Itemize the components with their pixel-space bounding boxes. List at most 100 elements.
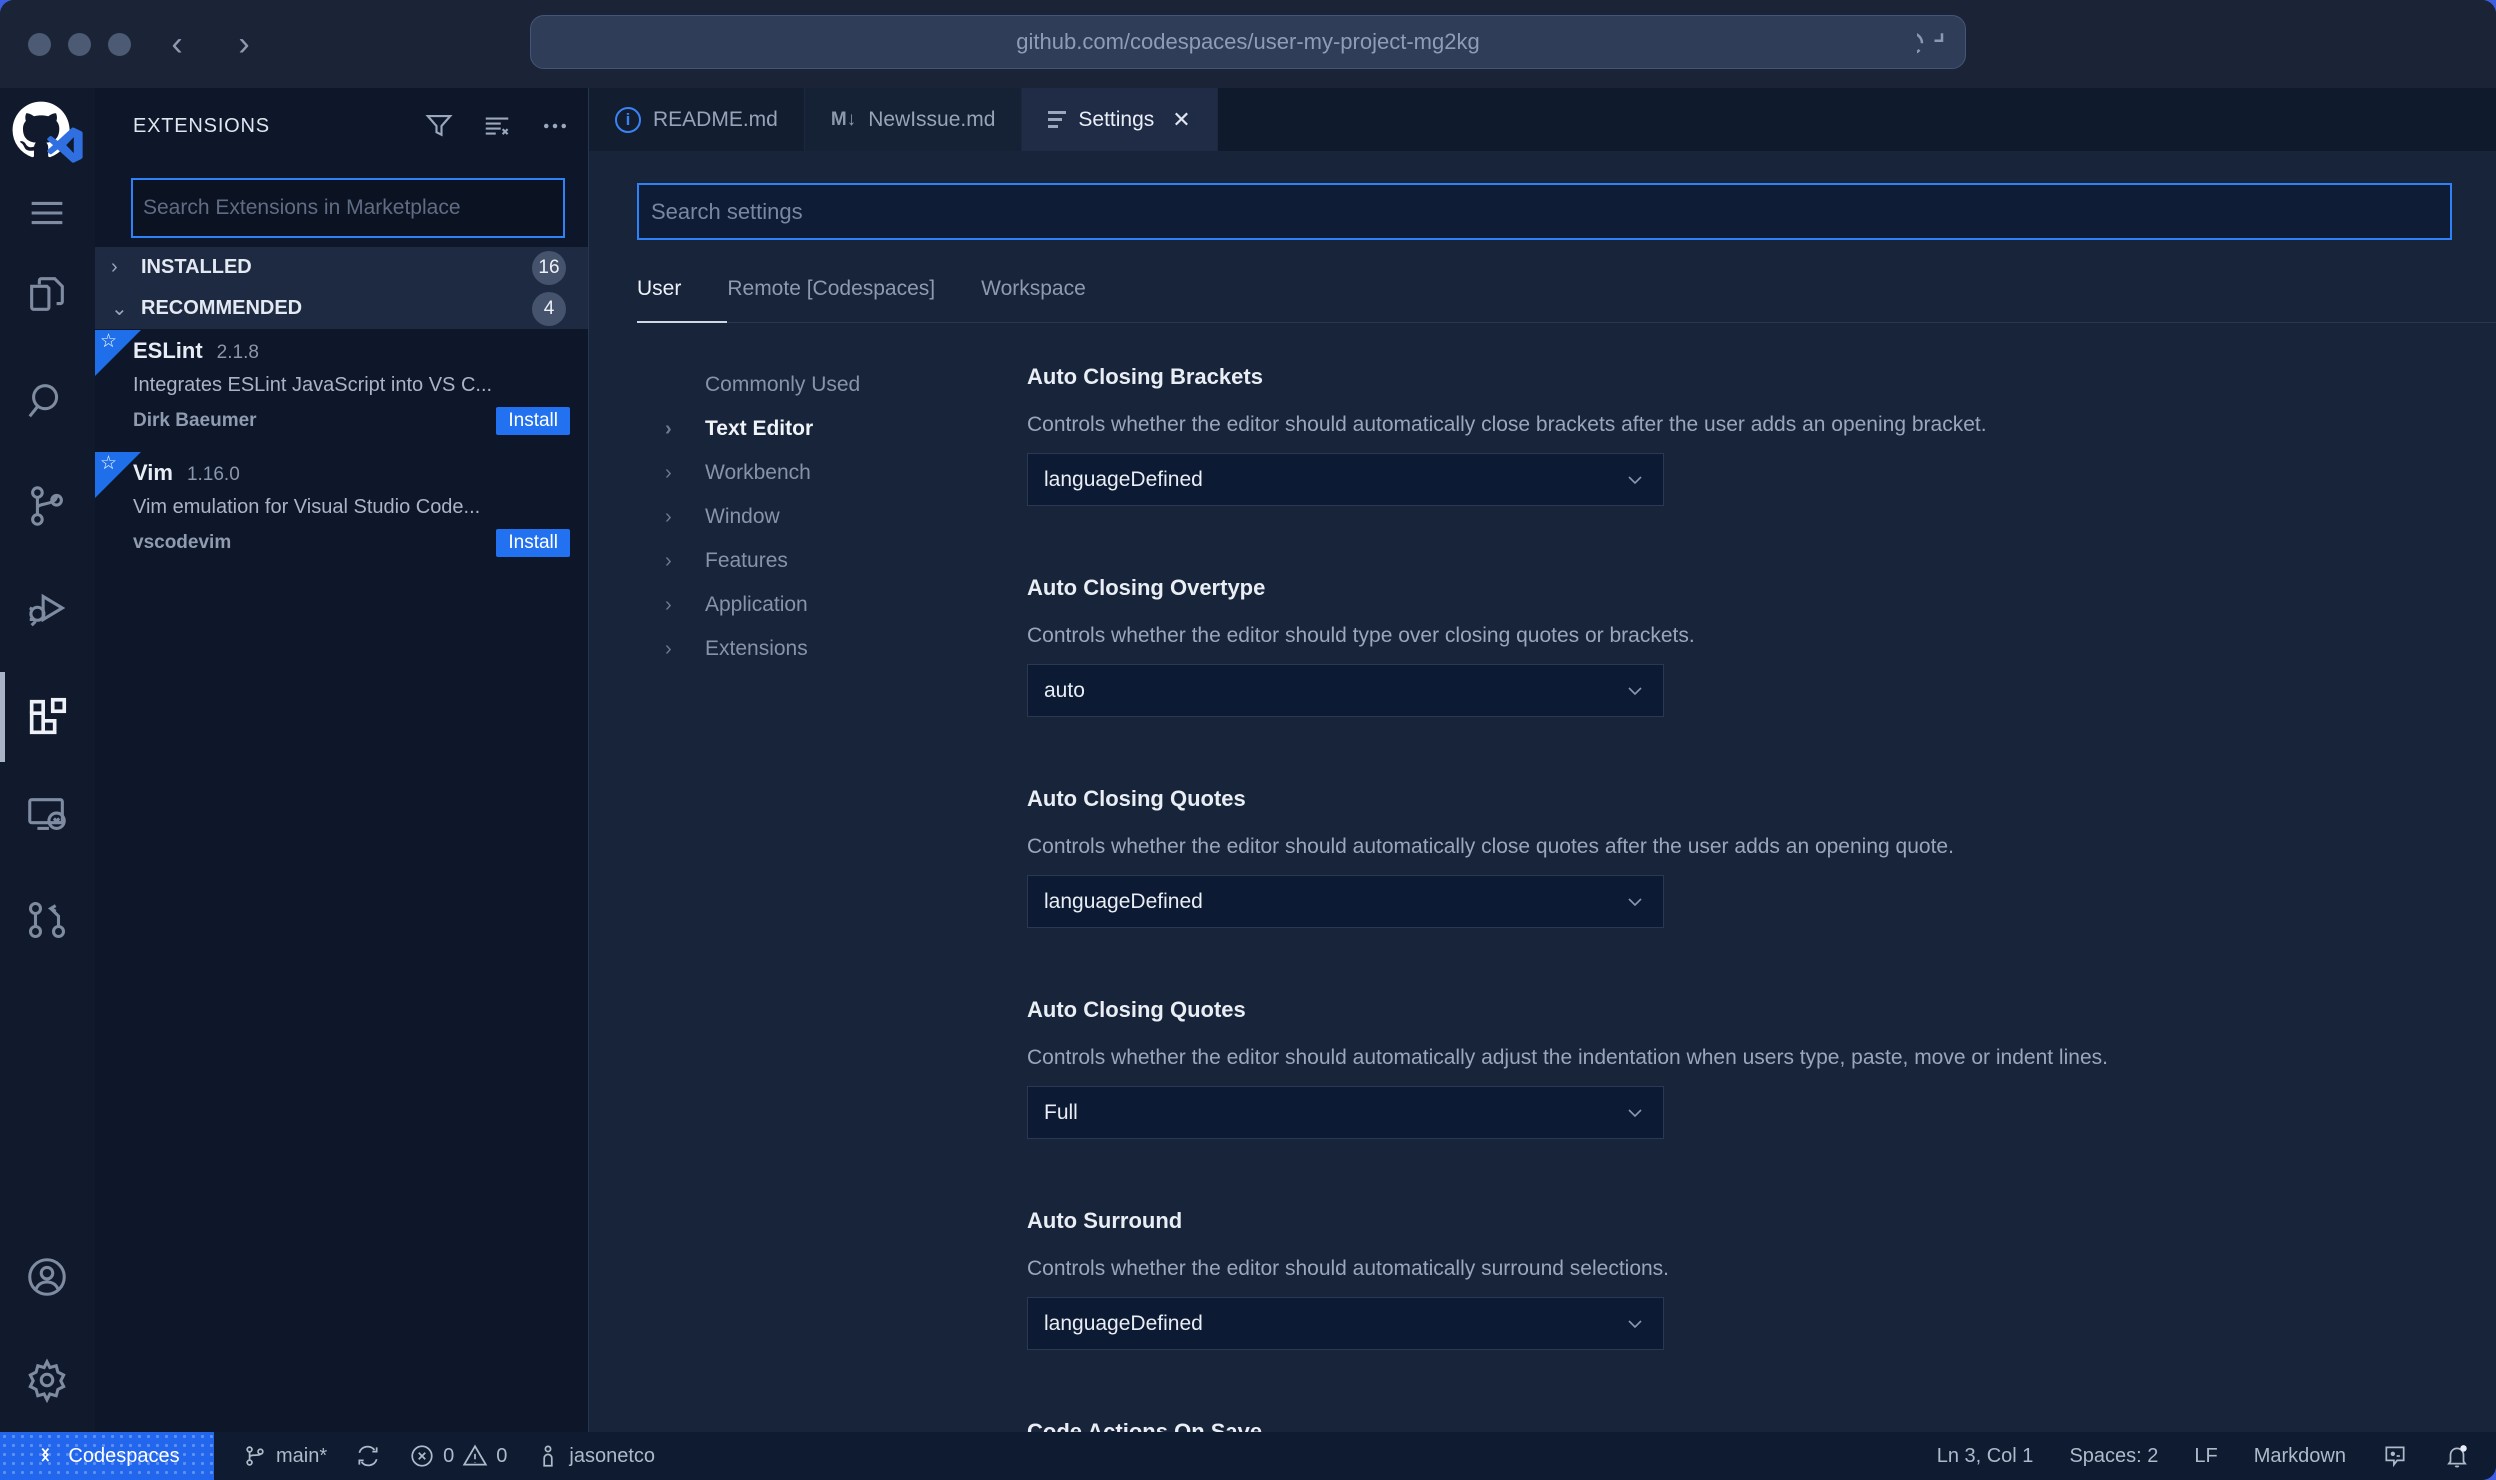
active-view-indicator: [0, 672, 5, 762]
extension-description: Vim emulation for Visual Studio Code...: [133, 496, 481, 518]
toc-features[interactable]: › Features: [637, 539, 1027, 583]
toc-window[interactable]: › Window: [637, 495, 1027, 539]
extensions-search-input[interactable]: [131, 178, 565, 238]
branch-indicator[interactable]: main*: [242, 1443, 327, 1469]
install-button[interactable]: Install: [496, 529, 570, 557]
setting-code-actions-on-save: Code Actions On Save: [1027, 1418, 2496, 1432]
setting-description: Controls whether the editor should autom…: [1027, 1257, 1670, 1280]
setting-description: Controls whether the editor should autom…: [1027, 1046, 2108, 1069]
cursor-position[interactable]: Ln 3, Col 1: [1937, 1445, 2034, 1468]
search-icon[interactable]: [24, 378, 70, 424]
tab-settings[interactable]: Settings ✕: [1022, 88, 1218, 151]
setting-dropdown[interactable]: Full: [1027, 1086, 1664, 1139]
chevron-right-icon: ›: [665, 549, 672, 572]
sync-button[interactable]: [355, 1443, 381, 1469]
chevron-right-icon: ›: [111, 256, 118, 278]
notifications-button[interactable]: [2444, 1443, 2470, 1469]
eol-indicator[interactable]: LF: [2194, 1445, 2217, 1468]
remote-indicator-icon: [41, 1447, 50, 1462]
setting-auto-closing-quotes-2: Auto Closing Quotes Controls whether the…: [1027, 996, 2496, 1139]
browser-chrome: ‹ › github.com/codespaces/user-my-projec…: [0, 0, 2496, 88]
setting-title: Auto Closing Brackets: [1027, 364, 1263, 389]
github-codespaces-logo-icon: [12, 101, 83, 163]
star-icon: ☆: [100, 453, 118, 474]
tab-newissue[interactable]: M↓ NewIssue.md: [804, 88, 1023, 151]
extensions-icon[interactable]: [24, 694, 70, 740]
language-mode[interactable]: Markdown: [2254, 1445, 2346, 1468]
toc-workbench[interactable]: › Workbench: [637, 451, 1027, 495]
active-scope-underline: [637, 321, 727, 323]
indentation-indicator[interactable]: Spaces: 2: [2069, 1445, 2158, 1468]
browser-window: ‹ › github.com/codespaces/user-my-projec…: [0, 0, 2496, 1480]
setting-dropdown[interactable]: auto: [1027, 664, 1664, 717]
tab-label: Settings: [1078, 107, 1155, 131]
setting-title: Auto Closing Quotes: [1027, 997, 1246, 1022]
user-indicator[interactable]: jasonetco: [535, 1443, 655, 1469]
scope-tab-workspace[interactable]: Workspace: [981, 277, 1086, 301]
markdown-icon: M↓: [830, 108, 857, 130]
branch-name: main*: [276, 1444, 328, 1467]
setting-auto-surround: Auto Surround Controls whether the edito…: [1027, 1207, 2496, 1350]
remote-explorer-icon[interactable]: [24, 792, 70, 838]
setting-title: Auto Closing Quotes: [1027, 786, 1246, 811]
browser-back-button[interactable]: ‹: [155, 22, 199, 66]
reload-icon[interactable]: [1917, 27, 1947, 57]
setting-auto-closing-quotes: Auto Closing Quotes Controls whether the…: [1027, 785, 2496, 928]
toc-extensions[interactable]: › Extensions: [637, 627, 1027, 671]
dropdown-value: languageDefined: [1044, 467, 1203, 491]
toc-commonly-used[interactable]: Commonly Used: [637, 363, 1027, 407]
clear-extension-search-icon[interactable]: [482, 111, 512, 141]
pull-request-icon[interactable]: [24, 897, 70, 943]
window-controls[interactable]: [28, 33, 131, 56]
window-minimize-button[interactable]: [68, 33, 91, 56]
address-bar[interactable]: github.com/codespaces/user-my-project-mg…: [530, 15, 1966, 69]
section-installed[interactable]: › INSTALLED 16: [95, 247, 588, 288]
explorer-icon[interactable]: [24, 271, 70, 317]
settings-list-icon: [1048, 111, 1067, 128]
setting-dropdown[interactable]: languageDefined: [1027, 453, 1664, 506]
chevron-down-icon: [1628, 898, 1642, 907]
more-actions-icon[interactable]: [540, 111, 570, 141]
source-control-icon[interactable]: [24, 483, 70, 529]
toc-application[interactable]: › Application: [637, 583, 1027, 627]
setting-dropdown[interactable]: languageDefined: [1027, 1297, 1664, 1350]
tab-readme[interactable]: i README.md: [589, 88, 805, 151]
settings-search-input[interactable]: [637, 183, 2452, 240]
error-count: 0: [443, 1444, 455, 1467]
setting-dropdown[interactable]: languageDefined: [1027, 875, 1664, 928]
star-icon: ☆: [100, 331, 118, 352]
install-button[interactable]: Install: [496, 407, 570, 435]
installed-count-badge: 16: [532, 250, 566, 285]
settings-gear-icon[interactable]: [24, 1357, 70, 1403]
warning-count: 0: [496, 1444, 508, 1467]
filter-icon[interactable]: [424, 111, 454, 141]
setting-auto-closing-overtype: Auto Closing Overtype Controls whether t…: [1027, 574, 2496, 717]
extension-item-vim[interactable]: ☆ Vim 1.16.0 Vim emulation for Visual St…: [95, 452, 588, 574]
setting-title: Auto Closing Overtype: [1027, 575, 1266, 600]
scope-tab-user[interactable]: User: [637, 277, 681, 301]
account-icon[interactable]: [24, 1254, 70, 1300]
scope-tab-remote[interactable]: Remote [Codespaces]: [727, 277, 935, 301]
extension-item-eslint[interactable]: ☆ ESLint 2.1.8 Integrates ESLint JavaScr…: [95, 330, 588, 452]
sync-icon: [358, 1445, 378, 1467]
window-zoom-button[interactable]: [108, 33, 131, 56]
info-icon: i: [615, 106, 641, 133]
status-bar: Codespaces main* 0 0 jasonetco Ln 3, Col…: [0, 1432, 2496, 1480]
user-name: jasonetco: [569, 1444, 656, 1467]
section-recommended[interactable]: ⌄ RECOMMENDED 4: [95, 288, 588, 329]
setting-description: Controls whether the editor should type …: [1027, 624, 1695, 647]
close-icon[interactable]: ✕: [1172, 107, 1190, 133]
run-debug-icon[interactable]: [24, 585, 70, 631]
person-icon: [543, 1445, 554, 1467]
codespaces-remote-button[interactable]: Codespaces: [0, 1432, 214, 1480]
problems-indicator[interactable]: 0 0: [409, 1443, 507, 1469]
toc-text-editor[interactable]: › Text Editor: [637, 407, 1027, 451]
chevron-down-icon: [1628, 1320, 1642, 1329]
window-close-button[interactable]: [28, 33, 51, 56]
feedback-button[interactable]: [2382, 1443, 2408, 1469]
bell-icon: [2447, 1445, 2467, 1468]
codespaces-label: Codespaces: [68, 1444, 180, 1467]
menu-icon[interactable]: [24, 190, 70, 236]
browser-forward-button[interactable]: ›: [222, 22, 266, 66]
settings-list: Auto Closing Brackets Controls whether t…: [1027, 357, 2496, 1432]
